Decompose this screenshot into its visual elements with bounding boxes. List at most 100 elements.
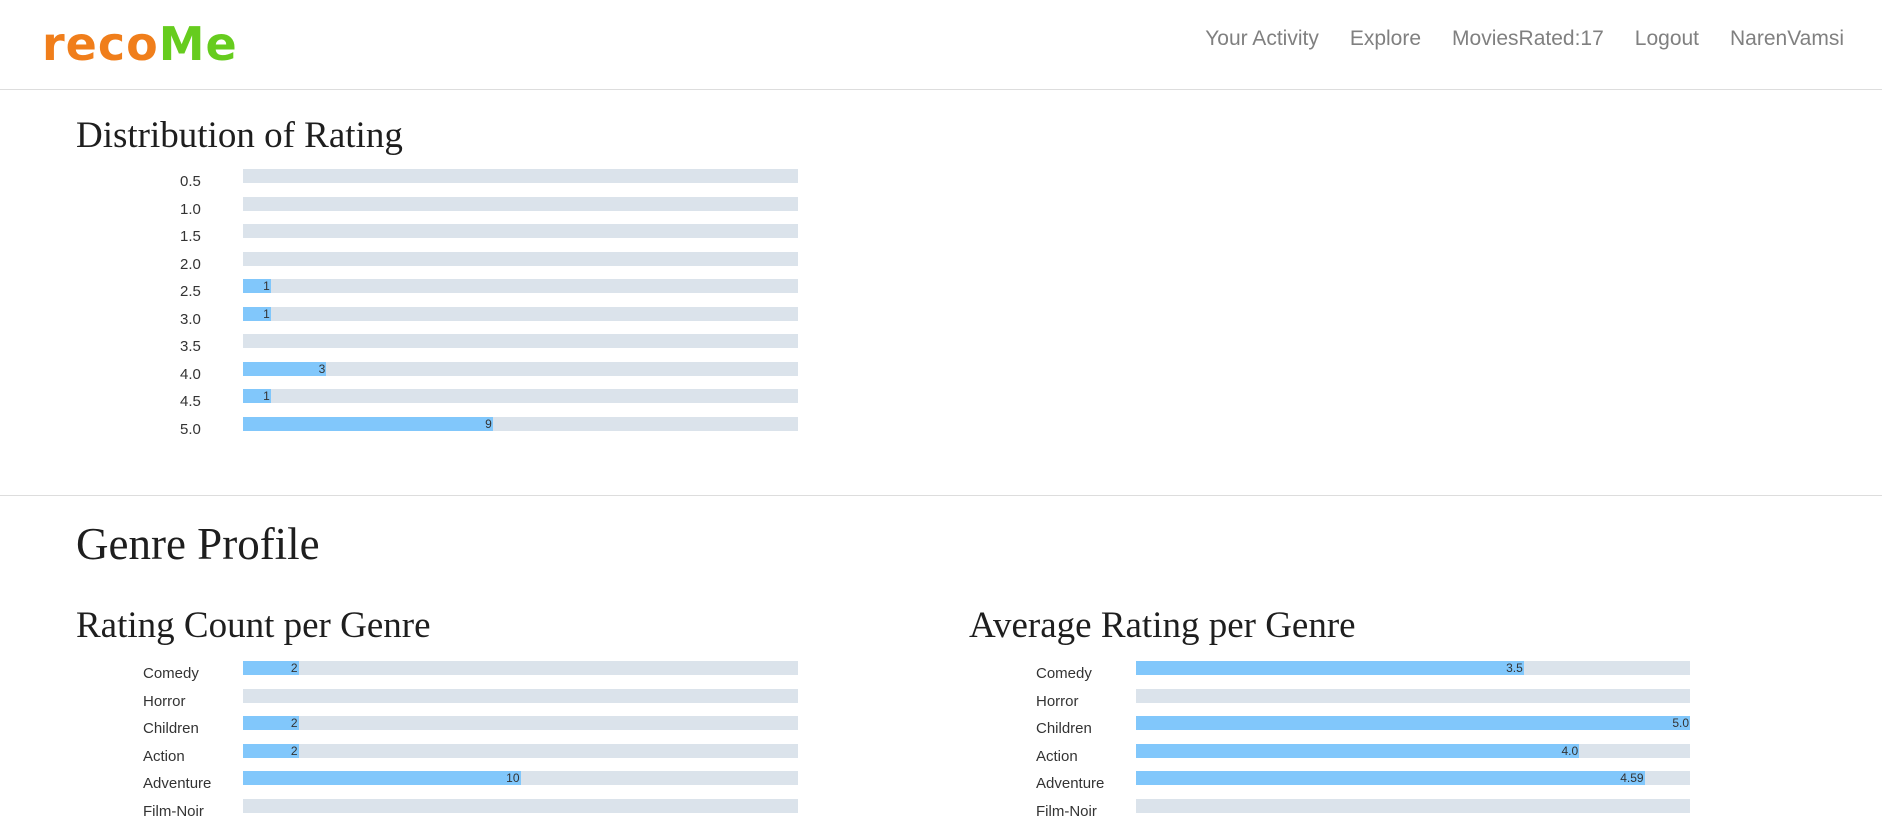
bar-track — [1136, 688, 1690, 703]
bar-value-label: 5.0 — [1672, 716, 1689, 730]
bar-action — [1136, 743, 1580, 758]
bar-row-2-0: 2.0 — [76, 251, 806, 280]
nav-explore[interactable]: Explore — [1350, 24, 1421, 54]
bar-row-4-5: 4.5 1 — [76, 389, 806, 417]
bar-track: 1 — [243, 389, 798, 403]
bar-value-label: 9 — [485, 416, 492, 431]
bar-track: 9 — [243, 416, 798, 431]
bar-row-adventure: Adventure 10 — [76, 771, 806, 799]
bar-track — [243, 169, 798, 183]
bar-5-0 — [243, 416, 493, 431]
bar-row-comedy: Comedy 2 — [76, 661, 806, 689]
distribution-title: Distribution of Rating — [76, 115, 403, 156]
category-label: 2.5 — [180, 283, 201, 300]
category-label: 2.0 — [180, 255, 201, 273]
category-label: Action — [143, 747, 185, 765]
bar-value-label: 2 — [290, 743, 298, 758]
bar-track: 10 — [243, 771, 798, 785]
bar-track: 2 — [243, 716, 798, 730]
bar-row-horror: Horror — [969, 688, 1699, 717]
category-label: Children — [143, 720, 199, 737]
bar-track — [1136, 798, 1690, 813]
category-label: 4.0 — [180, 365, 201, 383]
section-divider — [0, 495, 1882, 496]
bar-row-children: Children 2 — [76, 716, 806, 744]
bar-comedy — [1136, 661, 1524, 675]
bar-row-children: Children 5.0 — [969, 716, 1699, 744]
bar-row-0-5: 0.5 — [76, 169, 806, 197]
category-label: Comedy — [1036, 665, 1092, 682]
bar-track: 2 — [243, 661, 798, 675]
bar-adventure — [1136, 771, 1645, 785]
category-label: 4.5 — [180, 393, 201, 410]
bar-4-0 — [243, 361, 327, 376]
bar-track — [243, 688, 798, 703]
bar-adventure — [243, 771, 521, 785]
category-label: 0.5 — [180, 173, 201, 190]
nav-menu: Your Activity Explore MoviesRated:17 Log… — [1205, 24, 1844, 54]
average-rating-title: Average Rating per Genre — [969, 605, 1356, 646]
bar-track — [243, 251, 798, 266]
bar-value-label: 2 — [290, 661, 298, 675]
category-label: Horror — [143, 692, 186, 710]
bar-track — [243, 224, 798, 238]
category-label: Film-Noir — [1036, 802, 1097, 820]
bar-row-1-0: 1.0 — [76, 196, 806, 225]
bar-children — [1136, 716, 1690, 730]
bar-row-film-noir: Film-Noir — [76, 798, 806, 827]
bar-row-5-0: 5.0 9 — [76, 416, 806, 445]
category-label: Adventure — [1036, 775, 1105, 792]
bar-value-label: 3.5 — [1506, 661, 1523, 675]
category-label: Action — [1036, 747, 1078, 765]
logo-part-me: Me — [158, 17, 238, 71]
bar-row-adventure: Adventure 4.59 — [969, 771, 1699, 799]
nav-user[interactable]: NarenVamsi — [1730, 24, 1844, 54]
bar-row-4-0: 4.0 3 — [76, 361, 806, 390]
category-label: Adventure — [143, 775, 212, 792]
bar-track: 5.0 — [1136, 716, 1690, 730]
bar-row-film-noir: Film-Noir — [969, 798, 1699, 827]
bar-value-label: 2 — [290, 716, 298, 730]
category-label: Film-Noir — [143, 802, 204, 820]
bar-value-label: 1 — [263, 279, 270, 293]
category-label: 5.0 — [180, 420, 201, 438]
bar-track: 3.5 — [1136, 661, 1690, 675]
distribution-chart: 0.5 1.0 1.5 2.0 2.5 1 3.0 1 3.5 4.0 3 4.5 1 5.0 9 — [76, 169, 806, 444]
rating-count-chart: Comedy 2 Horror Children 2 Action 2 Adventure 10… — [76, 661, 806, 826]
bar-row-1-5: 1.5 — [76, 224, 806, 252]
bar-track — [243, 334, 798, 348]
category-label: 3.0 — [180, 310, 201, 328]
bar-row-2-5: 2.5 1 — [76, 279, 806, 307]
bar-row-action: Action 2 — [76, 743, 806, 772]
bar-track — [243, 798, 798, 813]
category-label: Comedy — [143, 665, 199, 682]
bar-value-label: 1 — [263, 306, 270, 321]
bar-row-comedy: Comedy 3.5 — [969, 661, 1699, 689]
genre-profile-title: Genre Profile — [76, 519, 320, 569]
bar-value-label: 4.0 — [1561, 743, 1579, 758]
category-label: 1.0 — [180, 200, 201, 218]
bar-row-action: Action 4.0 — [969, 743, 1699, 772]
bar-row-3-5: 3.5 — [76, 334, 806, 362]
category-label: Children — [1036, 720, 1092, 737]
nav-movies-rated[interactable]: MoviesRated:17 — [1452, 24, 1604, 54]
bar-track: 1 — [243, 306, 798, 321]
nav-your-activity[interactable]: Your Activity — [1205, 24, 1319, 54]
average-rating-chart: Comedy 3.5 Horror Children 5.0 Action 4.0 Adven… — [969, 661, 1699, 826]
logo-part-reco: reco — [42, 17, 159, 71]
bar-track: 4.59 — [1136, 771, 1690, 785]
bar-value-label: 10 — [506, 771, 520, 785]
logo[interactable]: recoMe — [42, 14, 238, 74]
navbar: recoMe Your Activity Explore MoviesRated… — [0, 0, 1882, 90]
bar-value-label: 1 — [263, 389, 270, 403]
bar-track: 3 — [243, 361, 798, 376]
category-label: 3.5 — [180, 338, 201, 355]
nav-logout[interactable]: Logout — [1635, 24, 1699, 54]
bar-value-label: 4.59 — [1620, 771, 1644, 785]
bar-track: 1 — [243, 279, 798, 293]
bar-track — [243, 196, 798, 211]
rating-count-title: Rating Count per Genre — [76, 605, 431, 646]
category-label: 1.5 — [180, 228, 201, 245]
bar-value-label: 3 — [318, 361, 326, 376]
bar-row-horror: Horror — [76, 688, 806, 717]
